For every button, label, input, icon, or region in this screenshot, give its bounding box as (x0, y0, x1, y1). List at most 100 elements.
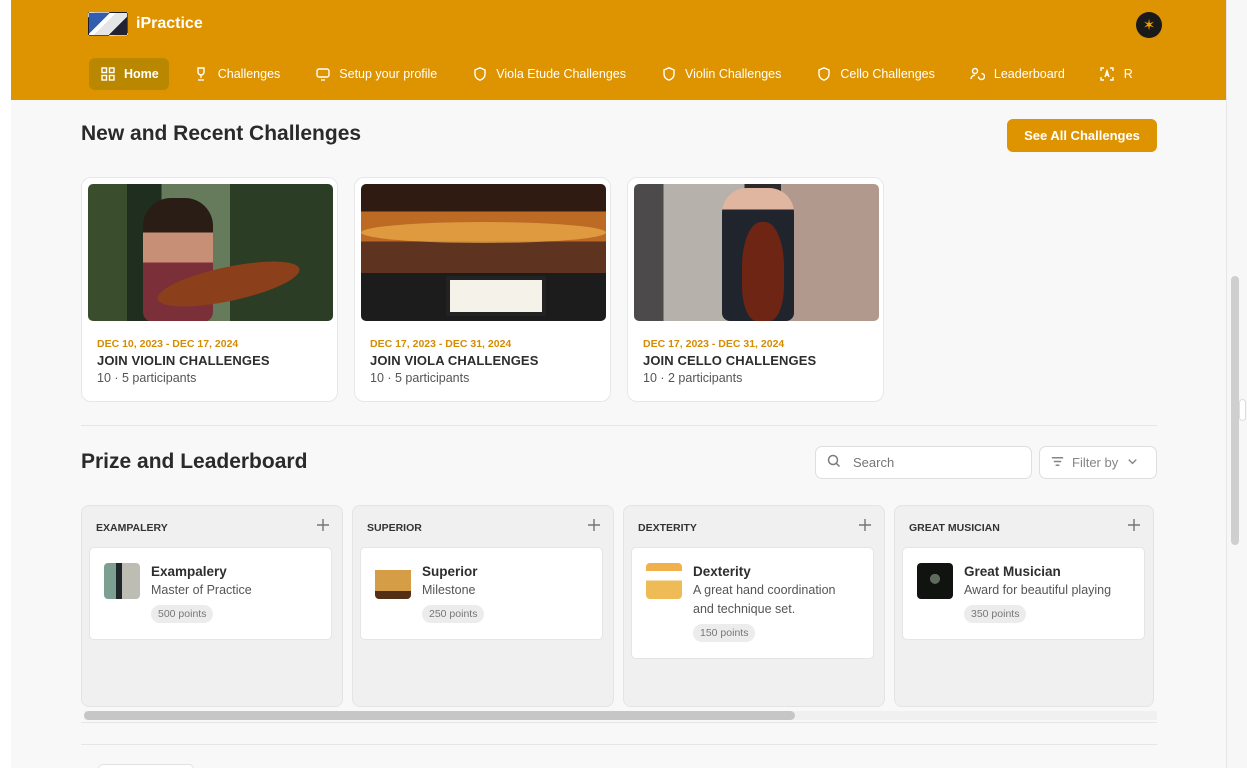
moth-avatar-icon: ✶ (1142, 17, 1156, 34)
scan-text-icon (1099, 66, 1116, 83)
monitor-icon (314, 66, 331, 83)
challenge-card-viola[interactable]: DEC 17, 2023 - DEC 31, 2024 JOIN VIOLA C… (354, 177, 611, 402)
plus-icon[interactable] (586, 517, 602, 533)
nav-label-challenges: Challenges (217, 67, 281, 81)
partially-visible-control[interactable] (98, 764, 194, 768)
challenge-title: JOIN VIOLIN CHALLENGES (97, 353, 270, 368)
nav-item-challenges[interactable]: Challenges (183, 58, 291, 90)
nav-item-violin-challenges[interactable]: Violin Challenges (650, 58, 791, 90)
leaderboard-column-superior: SUPERIOR Superior Milestone 250 points (352, 505, 614, 707)
prize-card-dexterity[interactable]: Dexterity A great hand coordination and … (631, 547, 874, 659)
plus-icon[interactable] (857, 517, 873, 533)
prize-text: Dexterity A great hand coordination and … (693, 564, 858, 642)
prize-name: Dexterity (693, 564, 751, 579)
prize-leaderboard-title: Prize and Leaderboard (81, 450, 308, 473)
nav-item-viola-etude-challenges[interactable]: Viola Etude Challenges (461, 58, 636, 90)
section-divider (81, 425, 1157, 426)
concert-hall-balcony (361, 222, 606, 243)
challenge-date-range: DEC 17, 2023 - DEC 31, 2024 (370, 338, 512, 350)
prize-text: Great Musician Award for beautiful playi… (964, 564, 1129, 623)
nav-label-cello-challenges: Cello Challenges (840, 67, 935, 81)
prize-text: Superior Milestone 250 points (422, 564, 587, 623)
points-badge: 250 points (422, 605, 485, 623)
left-gutter (0, 0, 11, 768)
prize-card-superior[interactable]: Superior Milestone 250 points (360, 547, 603, 640)
challenge-participants: 10 · 5 participants (97, 371, 197, 385)
nav-item-r[interactable]: R (1089, 58, 1143, 90)
main-page: iPractice ✶ Home Challenges Setup your p… (11, 0, 1226, 768)
prize-description: Milestone (422, 583, 476, 597)
prize-description: A great hand coordination and technique … (693, 583, 836, 616)
prize-card-great-musician[interactable]: Great Musician Award for beautiful playi… (902, 547, 1145, 640)
challenge-card-cello[interactable]: DEC 17, 2023 - DEC 31, 2024 JOIN CELLO C… (627, 177, 884, 402)
points-badge: 150 points (693, 624, 756, 642)
prize-card-exampalery[interactable]: Exampalery Master of Practice 500 points (89, 547, 332, 640)
points-badge: 350 points (964, 605, 1027, 623)
nav-item-setup-profile[interactable]: Setup your profile (304, 58, 447, 90)
prize-name: Superior (422, 564, 478, 579)
brand-logo-icon (88, 12, 128, 36)
grid-icon (99, 66, 116, 83)
nav-label-home: Home (124, 67, 159, 81)
filter-dropdown[interactable]: Filter by (1039, 446, 1157, 479)
page-vertical-scrollbar-thumb[interactable] (1231, 276, 1239, 545)
chevron-down-icon (1125, 454, 1140, 472)
search-icon (826, 453, 842, 472)
new-recent-challenges-title: New and Recent Challenges (81, 122, 362, 145)
shield-icon (471, 66, 488, 83)
leaderboard-board: EXAMPALERY Exampalery Master of Practice… (81, 505, 1154, 707)
challenge-card-violin[interactable]: DEC 10, 2023 - DEC 17, 2024 JOIN VIOLIN … (81, 177, 338, 402)
nav-label-viola-etude-challenges: Viola Etude Challenges (496, 67, 626, 81)
cello-player-image (634, 184, 879, 321)
prize-image (917, 563, 953, 599)
challenge-date-range: DEC 17, 2023 - DEC 31, 2024 (643, 338, 785, 350)
main-navigation: Home Challenges Setup your profile Viola… (89, 57, 1167, 91)
nav-item-cello-challenges[interactable]: Cello Challenges (805, 58, 945, 90)
violin-player-image (88, 184, 333, 321)
concert-hall-image (361, 184, 606, 321)
filter-icon (1050, 454, 1065, 472)
nav-item-leaderboard[interactable]: Leaderboard (959, 58, 1075, 90)
column-header: EXAMPALERY (96, 522, 168, 534)
points-badge: 500 points (151, 605, 214, 623)
users-icon (969, 66, 986, 83)
challenge-participants: 10 · 2 participants (643, 371, 743, 385)
plus-icon[interactable] (1126, 517, 1142, 533)
challenge-date-range: DEC 10, 2023 - DEC 17, 2024 (97, 338, 239, 350)
plus-icon[interactable] (315, 517, 331, 533)
leaderboard-horizontal-scrollbar-thumb[interactable] (84, 711, 795, 720)
see-all-challenges-button[interactable]: See All Challenges (1007, 119, 1157, 152)
search-input[interactable] (851, 454, 1020, 471)
shield-icon (660, 66, 677, 83)
nav-label-setup-profile: Setup your profile (339, 67, 438, 81)
filter-label: Filter by (1072, 455, 1119, 470)
top-header: iPractice ✶ Home Challenges Setup your p… (11, 0, 1226, 100)
prize-description: Master of Practice (151, 583, 252, 597)
leaderboard-column-dexterity: DEXTERITY Dexterity A great hand coordin… (623, 505, 885, 707)
column-header: SUPERIOR (367, 522, 422, 534)
prize-name: Great Musician (964, 564, 1061, 579)
prize-name: Exampalery (151, 564, 227, 579)
prize-image (375, 563, 411, 599)
section-divider (81, 722, 1157, 723)
music-stand-figure (446, 276, 546, 316)
challenge-participants: 10 · 5 participants (370, 371, 470, 385)
cello-figure (742, 222, 784, 321)
shield-icon (815, 66, 832, 83)
prize-description: Award for beautiful playing (964, 583, 1112, 597)
app-brand[interactable]: iPractice (88, 12, 203, 36)
challenge-title: JOIN VIOLA CHALLENGES (370, 353, 539, 368)
nav-item-home[interactable]: Home (89, 58, 169, 90)
prize-image (104, 563, 140, 599)
section-divider (81, 744, 1157, 745)
prize-image (646, 563, 682, 599)
leaderboard-column-great-musician: GREAT MUSICIAN Great Musician Award for … (894, 505, 1154, 707)
challenge-title: JOIN CELLO CHALLENGES (643, 353, 817, 368)
challenge-card-list: DEC 10, 2023 - DEC 17, 2024 JOIN VIOLIN … (81, 177, 884, 402)
column-header: DEXTERITY (638, 522, 697, 534)
leaderboard-search[interactable] (815, 446, 1032, 479)
prize-text: Exampalery Master of Practice 500 points (151, 564, 316, 623)
user-avatar[interactable]: ✶ (1136, 12, 1162, 38)
resize-handle-icon[interactable] (1239, 399, 1246, 421)
leaderboard-column-exampalery: EXAMPALERY Exampalery Master of Practice… (81, 505, 343, 707)
